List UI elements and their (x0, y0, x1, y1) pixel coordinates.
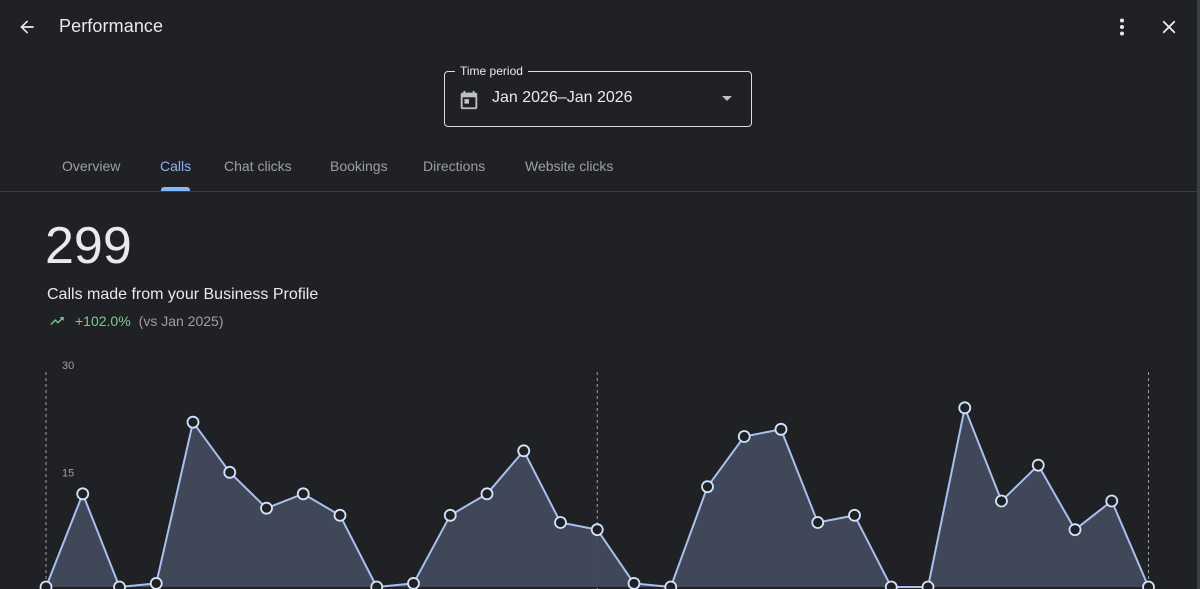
tab-directions[interactable]: Directions (423, 158, 485, 174)
time-period-select[interactable]: Time period Jan 2026–Jan 2026 (444, 64, 752, 127)
chart-point[interactable] (480, 487, 494, 501)
chart-point[interactable] (1068, 523, 1082, 537)
time-period-value: Jan 2026–Jan 2026 (492, 89, 633, 106)
header: Performance (0, 0, 1200, 54)
page-title: Performance (59, 16, 164, 36)
trending-up-icon (50, 317, 64, 325)
chart-point[interactable] (737, 430, 751, 443)
close-button[interactable] (1153, 11, 1185, 43)
dropdown-caret-icon (722, 96, 732, 101)
tab-bookings[interactable]: Bookings (330, 158, 388, 174)
chart-point[interactable] (39, 580, 53, 589)
chart-point[interactable] (921, 580, 935, 589)
chart-point[interactable] (1105, 494, 1119, 508)
calendar-icon (460, 90, 478, 110)
y-tick-label: 30 (62, 360, 74, 372)
chart-point[interactable] (370, 580, 384, 589)
chart-point[interactable] (774, 422, 788, 436)
chart-point[interactable] (664, 580, 678, 589)
chart-point[interactable] (517, 444, 531, 458)
metric-total: 299 (45, 217, 132, 275)
more-vert-icon (1120, 18, 1124, 36)
chart-point[interactable] (1142, 580, 1155, 589)
trend-percent: +102.0% (75, 313, 131, 329)
metric-description: Calls made from your Business Profile (47, 286, 319, 303)
chart-point[interactable] (223, 465, 237, 479)
trend-summary: +102.0% (vs Jan 2025) (47, 313, 224, 329)
more-options-button[interactable] (1106, 11, 1138, 43)
close-icon (1162, 20, 1176, 34)
chart-point[interactable] (958, 401, 972, 415)
trend-comparison: (vs Jan 2025) (138, 313, 224, 329)
chart-point[interactable] (113, 580, 126, 589)
calls-chart: 1530 (39, 360, 1155, 589)
arrow-left-icon (20, 20, 34, 34)
chart-point[interactable] (848, 508, 861, 522)
chart-point[interactable] (884, 580, 898, 589)
chart-point[interactable] (333, 508, 347, 522)
chart-point[interactable] (627, 577, 641, 589)
chart-point[interactable] (149, 577, 163, 589)
chart-point[interactable] (186, 415, 200, 429)
y-tick-label: 15 (62, 468, 74, 480)
chart-point[interactable] (76, 487, 90, 501)
chart-point[interactable] (260, 501, 273, 515)
chart-point[interactable] (296, 487, 310, 501)
back-button[interactable] (11, 11, 43, 43)
chart-point[interactable] (590, 523, 604, 537)
chart-point[interactable] (407, 577, 420, 589)
tab-overview[interactable]: Overview (62, 158, 120, 174)
chart-point[interactable] (443, 508, 457, 522)
tab-calls[interactable]: Calls (160, 158, 191, 174)
chart-point[interactable] (1031, 458, 1045, 472)
performance-panel: Performance Time period Jan 2026–Jan 202… (0, 0, 1200, 589)
tab-chat-clicks[interactable]: Chat clicks (224, 158, 292, 174)
tab-bar: Overview Calls Chat clicks Bookings Dire… (0, 146, 1197, 192)
chart-point[interactable] (811, 516, 825, 529)
chart-point[interactable] (554, 516, 567, 529)
active-tab-indicator (161, 187, 190, 191)
chart-point[interactable] (995, 494, 1008, 508)
time-period-label: Time period (455, 64, 528, 78)
chart-point[interactable] (701, 480, 714, 494)
tab-website-clicks[interactable]: Website clicks (525, 158, 613, 174)
